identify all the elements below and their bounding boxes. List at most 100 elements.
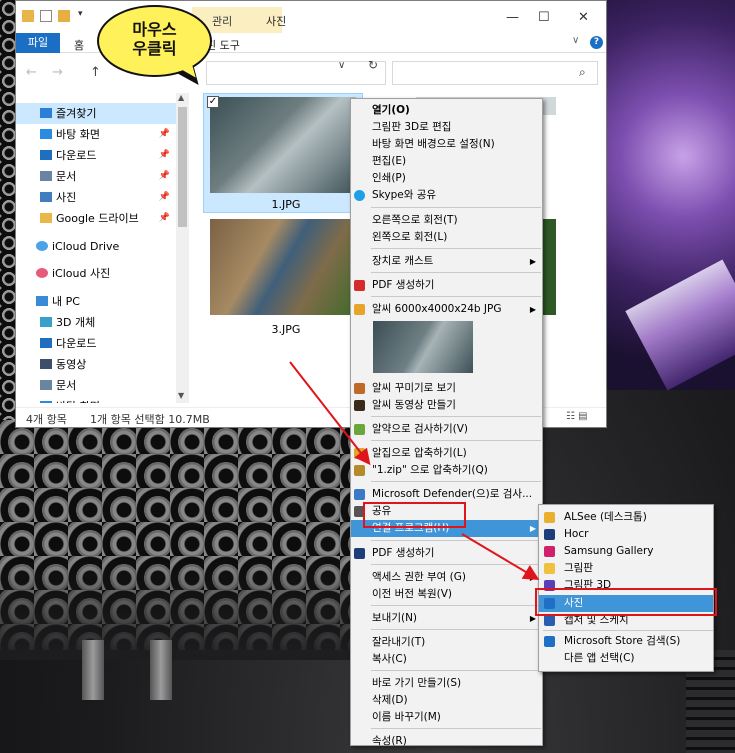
help-icon[interactable]: ? (590, 36, 603, 49)
scroll-thumb[interactable] (178, 107, 187, 227)
menu-separator (371, 296, 541, 297)
file-thumbnail[interactable] (210, 219, 356, 315)
properties-checkbox-icon[interactable] (40, 10, 52, 22)
up-arrow-icon[interactable]: ↑ (90, 65, 101, 80)
navpane-scrollbar[interactable]: ▲ ▼ (176, 93, 189, 403)
submenu-item[interactable]: Samsung Gallery (539, 543, 713, 560)
file-thumbnail[interactable] (210, 97, 356, 193)
nav-item[interactable]: iCloud 사진 (16, 263, 176, 284)
submenu-item[interactable]: Hocr (539, 526, 713, 543)
file-name[interactable]: 3.JPG (256, 323, 316, 336)
menu-item-edit[interactable]: 편집(E) (351, 153, 542, 170)
nav-item[interactable]: 즐겨찾기 (16, 103, 176, 124)
nav-item[interactable]: 문서 📌 (16, 166, 176, 187)
minimize-icon[interactable]: — (506, 10, 519, 25)
menu-item-alzip-named[interactable]: "1.zip" 으로 압축하기(Q) (351, 462, 542, 479)
document-icon (40, 171, 52, 181)
menu-item-alsee-video[interactable]: 알씨 동영상 만들기 (351, 397, 542, 414)
refresh-icon[interactable]: ↻ (368, 58, 378, 72)
menu-item-paint3d-edit[interactable]: 그림판 3D로 편집 (351, 119, 542, 136)
submenu-item[interactable]: 그림판 (539, 560, 713, 577)
menu-item-cast[interactable]: 장치로 캐스트 ▶ (351, 253, 542, 270)
nav-item-label: Google 드라이브 (56, 212, 139, 225)
nav-item[interactable]: 동영상 (16, 354, 176, 375)
nav-item[interactable]: iCloud Drive (16, 236, 176, 257)
submenu-item-label: Samsung Gallery (564, 545, 654, 557)
nav-item[interactable]: 바탕 화면 📌 (16, 124, 176, 145)
view-mode-icons[interactable]: ☷ ▤ (566, 411, 588, 422)
menu-item-properties[interactable]: 속성(R) (351, 733, 542, 750)
menu-item-alsee-decorate[interactable]: 알씨 꾸미기로 보기 (351, 380, 542, 397)
nav-item-label: 바탕 화면 (56, 128, 100, 141)
menu-item-pdf-create2[interactable]: PDF 생성하기 (351, 545, 542, 562)
menu-item-delete[interactable]: 삭제(D) (351, 692, 542, 709)
nav-item-label: 문서 (56, 170, 77, 183)
tab-picture-tools[interactable]: 진 도구 (206, 37, 266, 53)
menu-item-rename[interactable]: 이름 바꾸기(M) (351, 709, 542, 726)
pin-icon: 📌 (158, 171, 170, 181)
menu-item-cut[interactable]: 잘라내기(T) (351, 634, 542, 651)
submenu-item-label: Hocr (564, 528, 589, 540)
menu-item-label: 편집(E) (372, 155, 407, 167)
scroll-up-icon[interactable]: ▲ (178, 93, 184, 102)
address-dropdown-icon[interactable]: ∨ (338, 60, 345, 71)
star-icon (40, 108, 52, 118)
search-input[interactable]: ⌕ (392, 61, 598, 85)
menu-item-alzip-compress[interactable]: 알집으로 압축하기(L) (351, 445, 542, 462)
submenu-item[interactable]: ALSee (데스크톱) (539, 509, 713, 526)
context-tab-manage[interactable]: 관리 (212, 13, 232, 29)
pc-icon (36, 296, 48, 306)
address-bar[interactable] (206, 61, 386, 85)
menu-item-send-to[interactable]: 보내기(N) ▶ (351, 610, 542, 627)
menu-item-label: 바로 가기 만들기(S) (372, 677, 462, 689)
nav-item[interactable]: 3D 개체 (16, 312, 176, 333)
3d-objects-icon (40, 317, 52, 327)
navigation-pane: 즐겨찾기 바탕 화면 📌 다운로드 📌 문서 📌 사진 📌 Google 드라이브 📌 iCloud … (16, 93, 191, 403)
menu-item-restore-prev[interactable]: 이전 버전 복원(V) (351, 586, 542, 603)
nav-item[interactable]: 사진 📌 (16, 187, 176, 208)
alsee-decorate-icon (354, 383, 365, 394)
menu-item-grant-access[interactable]: 액세스 권한 부여 (G) ▶ (351, 569, 542, 586)
submenu-item[interactable]: 다른 앱 선택(C) (539, 650, 713, 667)
ribbon-expand-chevron-icon[interactable]: ∨ (572, 35, 579, 46)
menu-item-open[interactable]: 열기(O) (351, 102, 542, 119)
nav-item[interactable]: 바탕 화면 (16, 396, 176, 403)
menu-item-defender[interactable]: Microsoft Defender(으)로 검사... (351, 486, 542, 503)
menu-item-set-wallpaper[interactable]: 바탕 화면 배경으로 설정(N) (351, 136, 542, 153)
nav-item-label: 즐겨찾기 (56, 107, 97, 120)
menu-item-create-shortcut[interactable]: 바로 가기 만들기(S) (351, 675, 542, 692)
menu-item-rotate-right[interactable]: 오른쪽으로 회전(T) (351, 212, 542, 229)
item-checkbox[interactable]: ✓ (207, 96, 219, 108)
tab-home[interactable]: 홈 (74, 37, 84, 53)
tab-file[interactable]: 파일 (16, 33, 60, 53)
new-folder-icon[interactable] (58, 10, 70, 22)
menu-item-alyac-scan[interactable]: 알약으로 검사하기(V) (351, 421, 542, 438)
nav-item[interactable]: 다운로드 (16, 333, 176, 354)
nav-item[interactable]: Google 드라이브 📌 (16, 208, 176, 229)
menu-item-rotate-left[interactable]: 왼쪽으로 회전(L) (351, 229, 542, 246)
quick-access-dropdown-icon[interactable]: ▾ (78, 9, 83, 19)
menu-item-print[interactable]: 인쇄(P) (351, 170, 542, 187)
store-icon (544, 636, 555, 647)
nav-item[interactable]: 내 PC (16, 291, 176, 312)
folder-icon (22, 10, 34, 22)
submenu-item[interactable]: Microsoft Store 검색(S) (539, 633, 713, 650)
pdf-icon (354, 280, 365, 291)
close-icon[interactable]: ✕ (578, 10, 589, 25)
nav-item[interactable]: 다운로드 📌 (16, 145, 176, 166)
file-name[interactable]: 1.JPG (256, 198, 316, 211)
menu-item-skype-share[interactable]: Skype와 공유 (351, 187, 542, 204)
maximize-icon[interactable]: ☐ (538, 10, 550, 25)
forward-arrow-icon[interactable]: → (52, 65, 63, 80)
icloud-photos-icon (36, 268, 48, 278)
nav-item-label: 3D 개체 (56, 316, 96, 329)
menu-item-copy[interactable]: 복사(C) (351, 651, 542, 668)
menu-item-label: 삭제(D) (372, 694, 408, 706)
nav-item[interactable]: 문서 (16, 375, 176, 396)
scroll-down-icon[interactable]: ▼ (178, 391, 184, 400)
file-thumbnail[interactable] (543, 219, 556, 315)
menu-item-alsee-info[interactable]: 알씨 6000x4000x24b JPG ▶ (351, 301, 542, 318)
back-arrow-icon[interactable]: ← (26, 65, 37, 80)
menu-item-pdf-create[interactable]: PDF 생성하기 (351, 277, 542, 294)
window-title: 사진 (266, 15, 287, 28)
